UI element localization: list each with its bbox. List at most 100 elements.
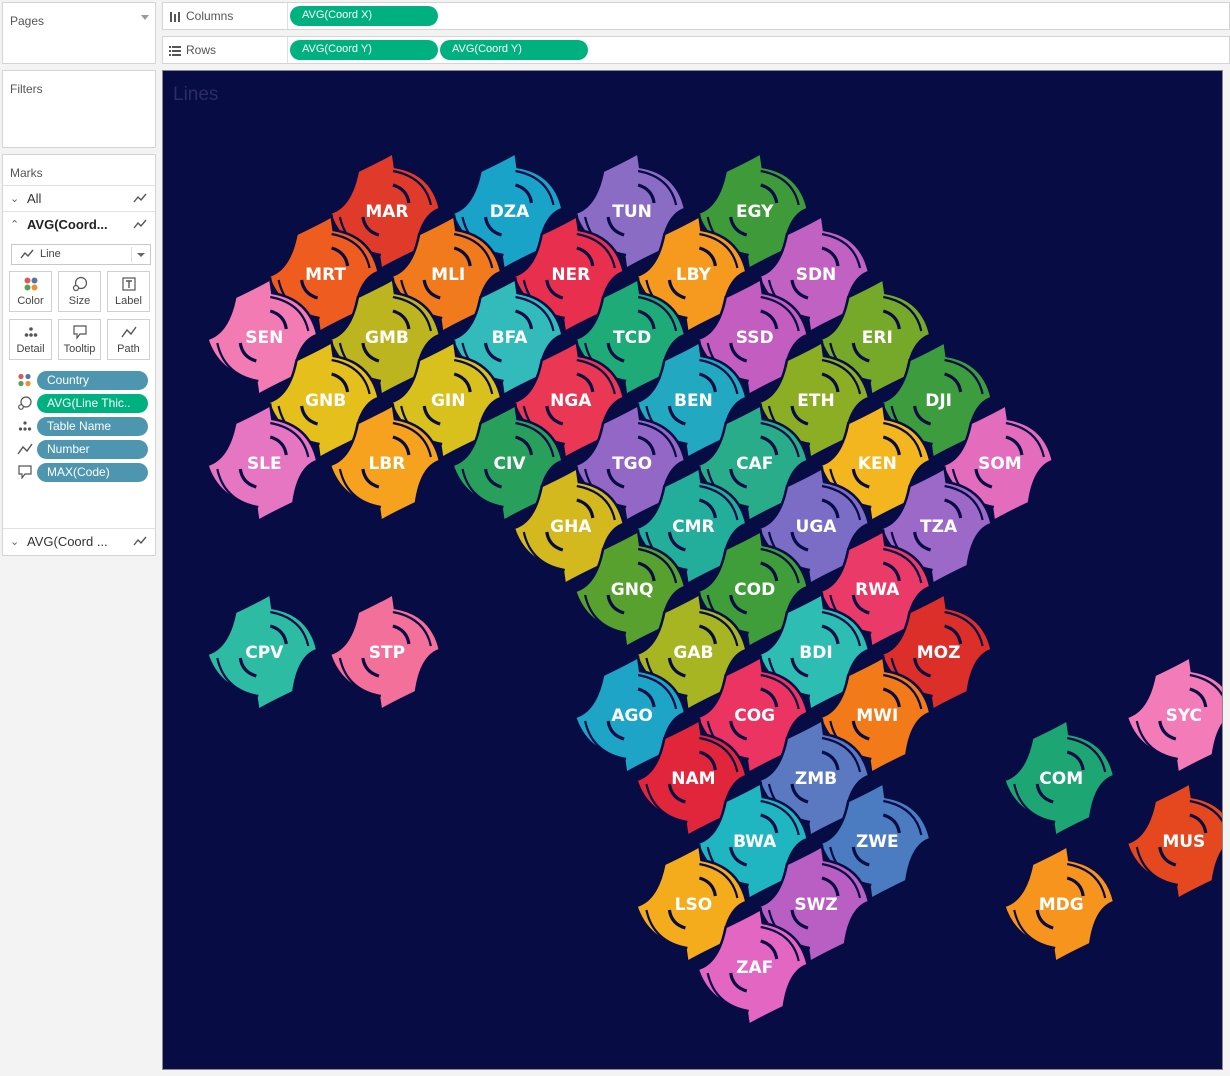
marks-pill-line-thickness[interactable]: AVG(Line Thic.. [13,393,148,413]
country-label: UGA [796,517,838,537]
marks-pill-table-name[interactable]: Table Name [13,416,148,436]
country-label: COG [734,706,775,726]
country-label: COM [1039,769,1083,789]
line-mark-icon [133,536,147,546]
tooltip-icon [72,325,87,340]
country-label: ZMB [795,769,837,789]
country-tile-mdg[interactable]: MDG [1002,843,1116,965]
country-label: NER [551,265,590,285]
color-dots-icon [24,277,37,291]
pill-country[interactable]: Country [37,371,148,390]
rows-pill-coord-y-1[interactable]: AVG(Coord Y) [290,40,438,60]
country-label: KEN [858,454,897,474]
country-label: SLE [247,454,282,474]
marks-card-layer2[interactable]: ⌄ AVG(Coord ... [3,528,155,554]
country-label: BWA [733,832,777,852]
rows-shelf[interactable]: Rows AVG(Coord Y) AVG(Coord Y) [162,36,1230,64]
country-label: GMB [365,328,409,348]
tooltip-icon [18,465,32,479]
mark-type-select[interactable]: Line [11,244,151,265]
country-tile-stp[interactable]: STP [328,591,442,713]
pages-title: Pages [10,14,45,28]
pages-dropdown-icon[interactable] [141,15,149,20]
chevron-down-icon[interactable]: ⌄ [10,192,19,205]
country-label: RWA [855,580,900,600]
country-tile-com[interactable]: COM [1002,717,1116,839]
rows-label-text: Rows [186,43,217,57]
marks-pill-max-code[interactable]: MAX(Code) [13,462,148,482]
path-button[interactable]: Path [107,319,150,360]
country-label: DJI [925,391,952,411]
country-label: LBR [368,454,405,474]
marks-pill-number[interactable]: Number [13,439,148,459]
chevron-down-icon[interactable] [137,253,145,257]
country-tile-cpv[interactable]: CPV [205,591,319,713]
marks-layer2-label: AVG(Coord ... [27,534,108,549]
country-label: LSO [675,895,713,915]
country-label: MAR [365,202,408,222]
country-label: GAB [673,643,713,663]
country-label: GNB [305,391,346,411]
country-label: TGO [612,454,652,474]
columns-shelf[interactable]: Columns AVG(Coord X) [162,2,1230,30]
country-label: SYC [1166,706,1202,726]
line-mark-icon [133,193,147,203]
chevron-down-icon[interactable]: ⌄ [10,535,19,548]
country-label: STP [369,643,405,663]
country-label: GNQ [611,580,654,600]
country-label: MUS [1162,832,1205,852]
country-label: MDG [1039,895,1084,915]
viz-canvas[interactable]: Lines MAR DZA TUN EGY MRT MLI NER LBY SDN SEN GMB B… [162,70,1223,1070]
pill-number[interactable]: Number [37,440,148,459]
label-button-label: Label [115,295,142,307]
color-button-label: Color [17,295,44,307]
pill-table-name[interactable]: Table Name [37,417,148,436]
pill-max-code[interactable]: MAX(Code) [37,463,148,482]
country-label: ETH [797,391,834,411]
pill-line-thickness[interactable]: AVG(Line Thic.. [37,394,148,413]
country-label: TZA [920,517,958,537]
country-label: SOM [978,454,1022,474]
country-label: GIN [431,391,466,411]
marks-card-all[interactable]: ⌄ All [3,185,155,211]
rows-icon [169,46,181,56]
detail-dots-icon [18,421,32,431]
country-label: COD [734,580,775,600]
label-button[interactable]: Label [107,271,150,312]
country-label: MLI [431,265,465,285]
country-label: ZAF [736,958,773,978]
color-button[interactable]: Color [9,271,52,312]
path-button-label: Path [117,343,140,355]
size-icon [72,276,87,292]
marks-card-layer1[interactable]: ⌃ AVG(Coord... [3,211,155,237]
detail-button-label: Detail [16,343,45,355]
country-label: SWZ [794,895,837,915]
tooltip-button[interactable]: Tooltip [58,319,101,360]
country-label: ZWE [856,832,899,852]
country-label: SEN [245,328,283,348]
marks-title: Marks [10,166,43,180]
line-mark-icon [20,249,34,259]
detail-button[interactable]: Detail [9,319,52,360]
country-tile-mus[interactable]: MUS [1125,780,1223,902]
country-label: LBY [676,265,712,285]
size-button[interactable]: Size [58,271,101,312]
africa-tile-map[interactable]: MAR DZA TUN EGY MRT MLI NER LBY SDN SEN GMB BFA TCD S… [163,71,1223,1070]
tooltip-button-label: Tooltip [63,343,96,355]
chevron-up-icon[interactable]: ⌃ [10,218,19,231]
rows-pill-coord-y-2[interactable]: AVG(Coord Y) [440,40,588,60]
country-tile-syc[interactable]: SYC [1125,654,1223,776]
country-label: AGO [611,706,653,726]
columns-pill-coord-x[interactable]: AVG(Coord X) [290,6,438,26]
country-label: CPV [245,643,284,663]
columns-icon [170,12,180,22]
country-label: BFA [492,328,529,348]
rows-shelf-label: Rows [169,43,216,57]
columns-shelf-label: Columns [169,9,233,23]
marks-pill-country[interactable]: Country [13,370,148,390]
country-label: NAM [671,769,715,789]
filters-panel[interactable]: Filters [2,70,156,148]
country-label: NGA [550,391,592,411]
country-label: SSD [736,328,774,348]
filters-title: Filters [10,82,43,96]
